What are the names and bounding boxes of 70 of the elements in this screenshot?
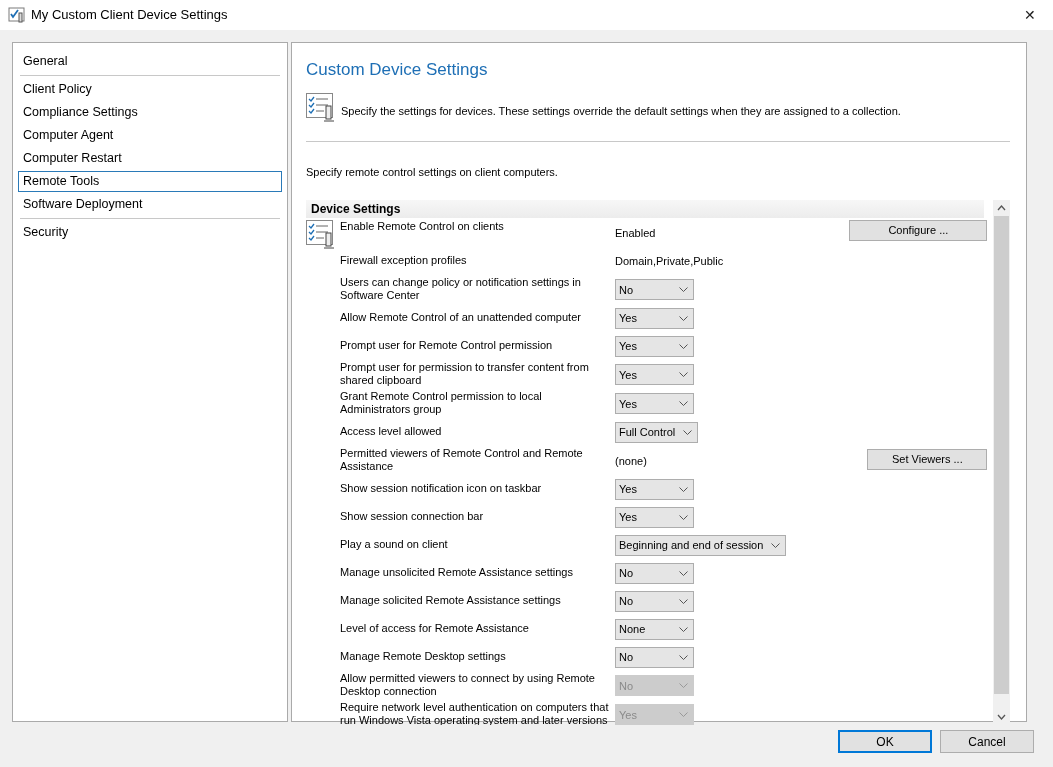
sidebar-item[interactable]: Software Deployment <box>18 194 282 215</box>
sidebar-item[interactable]: Compliance Settings <box>18 102 282 123</box>
settings-window-icon <box>8 6 25 24</box>
setting-label: Users can change policy or notification settings in Software Center <box>340 276 582 301</box>
chevron-down-icon <box>679 315 688 321</box>
chevron-down-icon <box>679 626 688 632</box>
chevron-down-icon <box>679 343 688 349</box>
dropdown[interactable]: Full Control <box>615 421 699 443</box>
setting-label: Level of access for Remote Assistance <box>340 621 530 635</box>
sidebar-item[interactable]: Computer Agent <box>18 125 282 146</box>
chevron-down-icon <box>679 287 688 293</box>
setting-value: Enabled <box>615 227 656 239</box>
dialog-button[interactable]: Cancel <box>940 730 1034 753</box>
setting-button[interactable]: Set Viewers ... <box>867 449 988 470</box>
section-header: Device Settings <box>306 200 984 218</box>
dialog-button[interactable]: OK <box>838 730 932 753</box>
setting-value: Domain,Private,Public <box>615 255 724 267</box>
chevron-down-icon <box>679 683 688 689</box>
dropdown[interactable]: Yes <box>615 364 694 386</box>
sidebar-item[interactable]: Computer Restart <box>18 148 282 169</box>
chevron-down-icon <box>679 486 688 492</box>
setting-label: Manage Remote Desktop settings <box>340 649 507 663</box>
settings-list-icon <box>306 92 337 123</box>
setting-label: Show session connection bar <box>340 509 485 523</box>
dropdown[interactable]: No <box>615 646 694 668</box>
chevron-down-icon <box>679 401 688 407</box>
chevron-down-icon <box>679 372 688 378</box>
sidebar-item[interactable]: Remote Tools <box>18 171 282 192</box>
setting-label: Prompt user for Remote Control permission <box>340 338 554 352</box>
chevron-down-icon <box>679 598 688 604</box>
sidebar-item[interactable]: Client Policy <box>18 79 282 100</box>
dropdown[interactable]: Yes <box>615 478 694 500</box>
instruction-text: Specify remote control settings on client computers. <box>306 164 559 180</box>
setting-value: (none) <box>615 454 647 467</box>
window-title: My Custom Client Device Settings <box>31 6 228 25</box>
dropdown[interactable]: Yes <box>615 335 694 357</box>
setting-label: Play a sound on client <box>340 537 449 551</box>
dropdown[interactable]: Yes <box>615 307 694 329</box>
chevron-down-icon <box>771 542 781 548</box>
setting-label: Manage solicited Remote Assistance settings <box>340 593 562 607</box>
dropdown[interactable]: Beginning and end of session <box>615 534 787 556</box>
dropdown[interactable]: No <box>615 590 694 612</box>
setting-label: Show session notification icon on taskbar <box>340 481 543 495</box>
setting-label: Firewall exception profiles <box>340 253 468 267</box>
chevron-down-icon <box>683 429 693 435</box>
settings-list-icon <box>306 220 337 250</box>
close-button[interactable]: ✕ <box>1007 0 1053 30</box>
setting-button[interactable]: Configure ... <box>849 220 988 241</box>
setting-label: Allow permitted viewers to connect by using Remote Desktop connection <box>340 672 596 697</box>
setting-label: Access level allowed <box>340 424 443 438</box>
description-text: Specify the settings for devices. These settings override the default settings when they are assigned to a collection. <box>341 104 901 119</box>
setting-label: Enable Remote Control on clients <box>340 220 505 233</box>
setting-label: Permitted viewers of Remote Control and Remote Assistance <box>340 447 584 472</box>
dropdown[interactable]: Yes <box>615 506 694 528</box>
chevron-down-icon <box>679 712 688 718</box>
setting-label: Require network level authentication on computers that run Windows Vista operating system and later versions <box>340 701 610 725</box>
setting-label: Allow Remote Control of an unattended computer <box>340 310 582 324</box>
page-title: Custom Device Settings <box>306 59 489 81</box>
sidebar-item[interactable]: Security <box>18 222 282 243</box>
setting-label: Prompt user for permission to transfer content from shared clipboard <box>340 361 590 386</box>
dropdown[interactable]: Yes <box>615 393 694 415</box>
dropdown[interactable]: None <box>615 618 694 640</box>
setting-label: Grant Remote Control permission to local Administrators group <box>340 390 543 415</box>
dropdown[interactable]: No <box>615 562 694 584</box>
chevron-down-icon <box>679 570 688 576</box>
setting-label: Manage unsolicited Remote Assistance settings <box>340 565 574 579</box>
chevron-down-icon <box>679 654 688 660</box>
chevron-down-icon <box>679 514 688 520</box>
dropdown[interactable]: No <box>615 279 694 301</box>
sidebar-item[interactable]: General <box>18 51 282 72</box>
